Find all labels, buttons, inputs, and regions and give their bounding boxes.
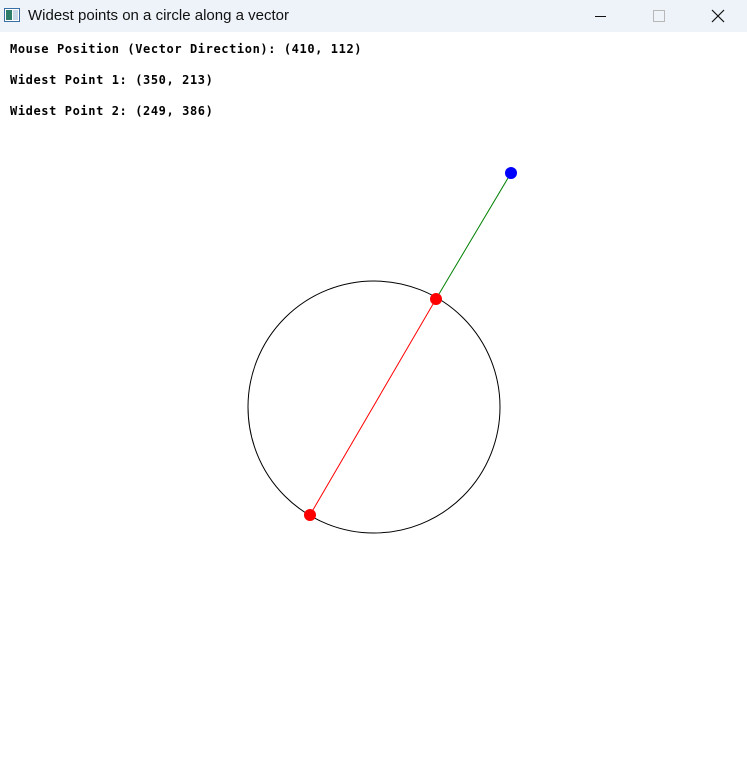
maximize-icon bbox=[653, 10, 665, 22]
widest-point-2-marker bbox=[304, 509, 316, 521]
app-window-icon bbox=[4, 8, 20, 22]
close-button[interactable] bbox=[689, 0, 747, 32]
widest-point-1-marker bbox=[430, 293, 442, 305]
scene-canvas bbox=[247, 167, 517, 534]
app-window: Widest points on a circle along a vector… bbox=[0, 0, 747, 776]
title-bar[interactable]: Widest points on a circle along a vector bbox=[0, 0, 747, 32]
maximize-button[interactable] bbox=[630, 0, 688, 32]
diameter-line bbox=[309, 298, 437, 516]
close-icon bbox=[711, 9, 725, 23]
mouse-point-marker bbox=[505, 167, 517, 179]
vector-line bbox=[435, 172, 512, 300]
drawing-surface[interactable]: Mouse Position (Vector Direction): (410,… bbox=[0, 32, 747, 776]
window-title: Widest points on a circle along a vector bbox=[28, 7, 289, 24]
circle bbox=[247, 280, 501, 534]
minimize-button[interactable] bbox=[572, 0, 630, 32]
minimize-icon bbox=[595, 16, 606, 17]
